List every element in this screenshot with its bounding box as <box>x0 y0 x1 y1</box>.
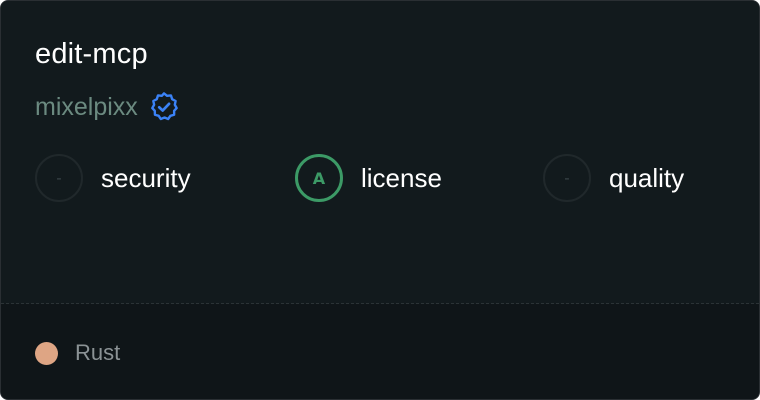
language-row: Rust <box>35 338 120 368</box>
package-title[interactable]: edit-mcp <box>35 34 148 74</box>
server-card[interactable]: edit-mcp mixelpixx - security A license … <box>0 0 760 400</box>
card-main: edit-mcp mixelpixx - security A license … <box>1 1 759 303</box>
language-color-dot <box>35 341 58 365</box>
verified-badge-icon <box>150 92 178 121</box>
card-footer: Rust <box>1 304 759 399</box>
owner-row: mixelpixx <box>35 89 180 125</box>
security-grade-badge: - <box>35 154 83 202</box>
metric-quality[interactable]: - quality <box>543 154 684 202</box>
quality-label: quality <box>609 163 685 193</box>
owner-name[interactable]: mixelpixx <box>35 89 138 125</box>
language-label: Rust <box>75 340 121 365</box>
license-label: license <box>361 163 442 193</box>
license-grade-badge: A <box>295 154 343 202</box>
quality-grade-badge: - <box>543 154 591 202</box>
metric-license[interactable]: A license <box>295 154 442 202</box>
security-label: security <box>101 163 191 193</box>
metric-security[interactable]: - security <box>35 154 191 202</box>
